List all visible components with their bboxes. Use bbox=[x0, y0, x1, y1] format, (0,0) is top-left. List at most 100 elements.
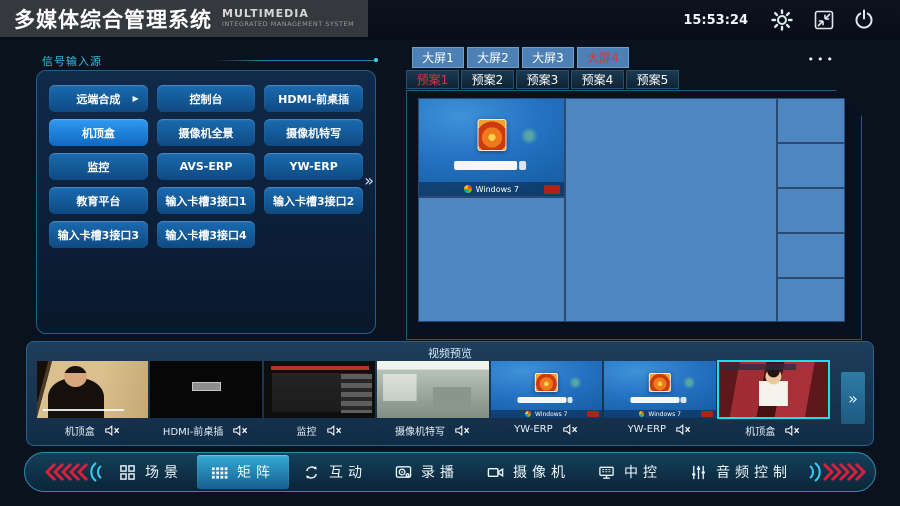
mute-icon[interactable] bbox=[563, 423, 579, 436]
password-field bbox=[517, 397, 566, 402]
record-icon bbox=[395, 464, 412, 481]
preview-item[interactable]: HDMI-前桌插 bbox=[150, 361, 261, 441]
source-button-label: 控制台 bbox=[189, 91, 222, 107]
scene-grid-icon bbox=[119, 464, 136, 481]
preview-thumbnail[interactable]: Windows 7 bbox=[491, 361, 602, 418]
preview-label: 机顶盒 bbox=[65, 423, 95, 438]
tab-preset-2[interactable]: 预案2 bbox=[461, 70, 514, 89]
source-button[interactable]: 远端合成▶ bbox=[49, 85, 148, 112]
nav-item-audio-control[interactable]: 音频控制 bbox=[676, 455, 806, 489]
nav-item-interact[interactable]: 互动 bbox=[289, 455, 381, 489]
source-button-label: 摄像机特写 bbox=[286, 125, 341, 141]
topbar: 多媒体综合管理系统 MULTIMEDIA INTEGRATED MANAGEME… bbox=[0, 0, 900, 40]
wall-cell[interactable] bbox=[777, 188, 845, 233]
nav-item-camera[interactable]: 摄像机 bbox=[473, 455, 584, 489]
source-button-label: 输入卡槽3接口3 bbox=[58, 227, 139, 243]
nav-item-central-control[interactable]: 中控 bbox=[584, 455, 676, 489]
power-icon[interactable] bbox=[852, 8, 876, 32]
audio-sliders-icon bbox=[690, 464, 707, 481]
password-field bbox=[631, 397, 680, 402]
windows-login-preview: Windows 7 bbox=[491, 361, 602, 418]
windows-login-preview: Windows 7 bbox=[604, 361, 715, 418]
tab-preset-4[interactable]: 预案4 bbox=[571, 70, 624, 89]
preview-item[interactable]: 摄像机特写 bbox=[377, 361, 488, 441]
tab-preset-3[interactable]: 预案3 bbox=[516, 70, 569, 89]
source-button-active[interactable]: 机顶盒 bbox=[49, 119, 148, 146]
tab-preset-5[interactable]: 预案5 bbox=[626, 70, 679, 89]
user-avatar bbox=[535, 373, 557, 392]
preview-thumbnail[interactable] bbox=[264, 361, 375, 418]
preview-label: YW-ERP bbox=[514, 424, 553, 435]
windows-logo-icon bbox=[525, 411, 531, 417]
source-button[interactable]: 控制台 bbox=[157, 85, 256, 112]
source-button-label: 输入卡槽3接口1 bbox=[165, 193, 246, 209]
wall-cell[interactable] bbox=[565, 98, 777, 322]
source-button[interactable]: HDMI-前桌插 bbox=[264, 85, 363, 112]
source-button[interactable]: 输入卡槽3接口3 bbox=[49, 221, 148, 248]
wall-cell[interactable] bbox=[777, 233, 845, 278]
nav-label: 录播 bbox=[421, 462, 459, 482]
source-button[interactable]: AVS-ERP bbox=[157, 153, 256, 180]
preview-thumbnail[interactable] bbox=[377, 361, 488, 418]
source-button-label: 监控 bbox=[87, 159, 109, 175]
windows-logo-icon bbox=[639, 411, 645, 417]
source-button-label: AVS-ERP bbox=[180, 160, 233, 173]
tab-screen-4-active[interactable]: 大屏4 bbox=[577, 47, 629, 68]
mute-icon[interactable] bbox=[105, 424, 121, 437]
preview-item[interactable]: 监控 bbox=[264, 361, 375, 441]
wall-cell[interactable] bbox=[777, 143, 845, 188]
nav-item-scene[interactable]: 场景 bbox=[105, 455, 197, 489]
wall-cell-source[interactable]: Windows 7 bbox=[418, 98, 565, 197]
bottom-nav: 场景 矩阵 互动 录播 摄像机 中控 bbox=[24, 452, 876, 492]
preview-item[interactable]: Windows 7 YW-ERP bbox=[491, 361, 602, 441]
nav-item-record[interactable]: 录播 bbox=[381, 455, 473, 489]
source-button-grid: 远端合成▶ 控制台 HDMI-前桌插 机顶盒 摄像机全景 摄像机特写 监控 AV… bbox=[36, 70, 376, 334]
mute-icon[interactable] bbox=[455, 424, 471, 437]
mute-icon[interactable] bbox=[785, 424, 801, 437]
exit-fullscreen-icon[interactable] bbox=[812, 8, 836, 32]
tab-screen-2[interactable]: 大屏2 bbox=[467, 47, 519, 68]
wall-cell[interactable] bbox=[777, 278, 845, 322]
more-options-icon[interactable]: ••• bbox=[808, 53, 836, 66]
panel-expand-icon[interactable]: » bbox=[364, 171, 374, 190]
password-field bbox=[454, 161, 518, 170]
source-button[interactable]: 输入卡槽3接口2 bbox=[264, 187, 363, 214]
console-icon bbox=[598, 464, 615, 481]
tab-screen-1[interactable]: 大屏1 bbox=[412, 47, 464, 68]
signal-source-panel: 信号输入源 远端合成▶ 控制台 HDMI-前桌插 机顶盒 摄像机全景 摄像机特写… bbox=[28, 53, 380, 334]
source-button[interactable]: 摄像机全景 bbox=[157, 119, 256, 146]
preview-thumbnail[interactable] bbox=[37, 361, 148, 418]
preview-title: 视频预览 bbox=[27, 345, 873, 361]
mute-icon[interactable] bbox=[233, 424, 249, 437]
source-button[interactable]: 输入卡槽3接口1 bbox=[157, 187, 256, 214]
shutdown-button bbox=[587, 411, 599, 416]
settings-gear-icon[interactable] bbox=[770, 8, 794, 32]
source-button[interactable]: 监控 bbox=[49, 153, 148, 180]
source-button[interactable]: 摄像机特写 bbox=[264, 119, 363, 146]
nav-item-matrix-active[interactable]: 矩阵 bbox=[197, 455, 289, 489]
preview-item-selected[interactable]: 机顶盒 bbox=[718, 361, 829, 441]
wall-cell[interactable] bbox=[777, 98, 845, 143]
preview-thumbnail-selected[interactable] bbox=[718, 361, 829, 418]
mute-icon[interactable] bbox=[676, 423, 692, 436]
preview-next-button[interactable]: » bbox=[841, 372, 865, 424]
source-button[interactable]: 教育平台 bbox=[49, 187, 148, 214]
preview-thumbnail[interactable] bbox=[150, 361, 261, 418]
mute-icon[interactable] bbox=[327, 424, 343, 437]
tab-screen-3[interactable]: 大屏3 bbox=[522, 47, 574, 68]
windows-login-preview: Windows 7 bbox=[419, 99, 564, 196]
preview-item[interactable]: 机顶盒 bbox=[37, 361, 148, 441]
deco-chevrons-left bbox=[41, 460, 105, 484]
brand-subtitle: INTEGRATED MANAGEMENT SYSTEM bbox=[222, 21, 354, 28]
source-button[interactable]: 输入卡槽3接口4 bbox=[157, 221, 256, 248]
preview-label: 摄像机特写 bbox=[395, 423, 445, 438]
deco-chevrons-right bbox=[806, 460, 870, 484]
source-button[interactable]: YW-ERP bbox=[264, 153, 363, 180]
wall-cell[interactable] bbox=[418, 197, 565, 322]
shutdown-button bbox=[701, 411, 713, 416]
preview-thumbnail[interactable]: Windows 7 bbox=[604, 361, 715, 418]
nav-label: 矩阵 bbox=[237, 462, 275, 482]
tab-preset-1-active[interactable]: 预案1 bbox=[406, 70, 459, 89]
preview-item[interactable]: Windows 7 YW-ERP bbox=[604, 361, 715, 441]
app-brand: MULTIMEDIA INTEGRATED MANAGEMENT SYSTEM bbox=[222, 8, 354, 28]
